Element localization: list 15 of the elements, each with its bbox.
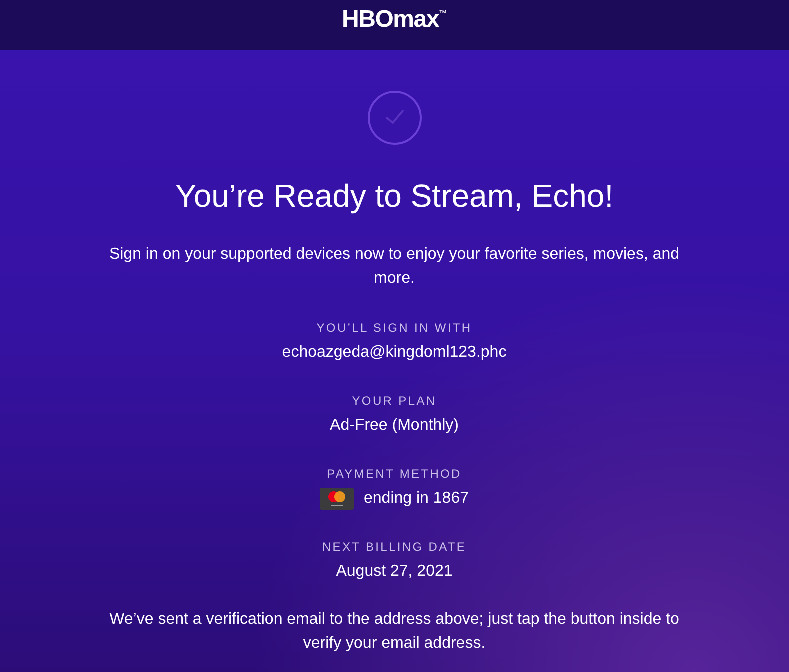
detail-label: NEXT BILLING DATE xyxy=(322,539,467,555)
logo[interactable]: HBOmax xyxy=(342,5,440,35)
trademark-symbol: ™ xyxy=(439,9,448,18)
verification-note: We’ve sent a verification email to the address above; just tap the button inside to verify your email address. xyxy=(108,610,680,654)
detail-value: ending in 1867 xyxy=(364,489,469,509)
detail-value: August 27, 2021 xyxy=(336,562,453,582)
check-circle-icon xyxy=(366,90,422,146)
confirmation-message: Sign in on your supported devices now to enjoy your favorite series, movies, and more. xyxy=(108,245,681,289)
detail-label: PAYMENT METHOD xyxy=(327,466,462,482)
detail-value: Ad-Free (Monthly) xyxy=(330,416,459,436)
detail-label: YOUR PLAN xyxy=(352,393,437,409)
detail-value: echoazgeda@kingdoml123.phc xyxy=(282,343,507,363)
detail-label: YOU’LL SIGN IN WITH xyxy=(316,320,472,336)
confirmation-title: You’re Ready to Stream, Echo! xyxy=(175,177,614,216)
card-icon xyxy=(320,488,354,510)
